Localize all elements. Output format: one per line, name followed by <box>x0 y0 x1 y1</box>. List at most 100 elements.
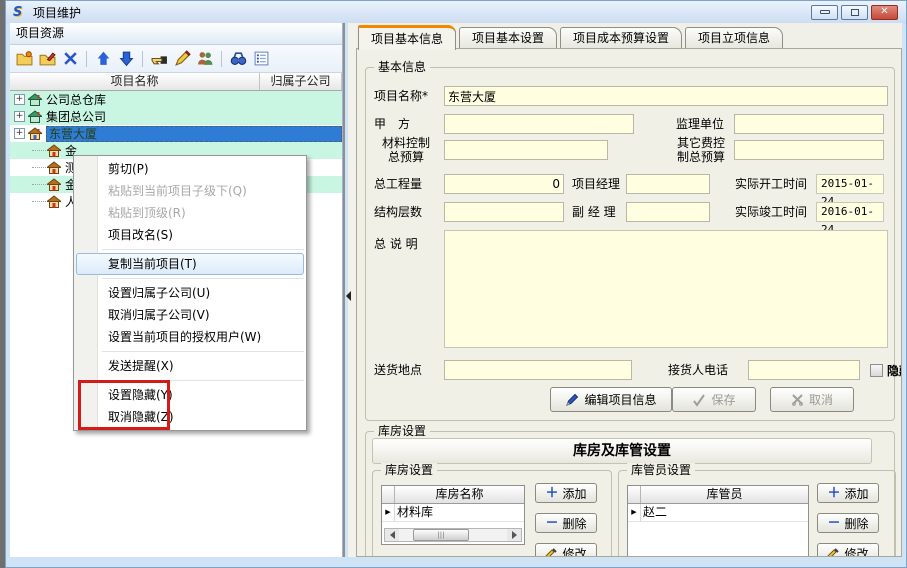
project-name-input[interactable] <box>444 86 888 106</box>
material-budget-label: 材料控制总预算 <box>370 136 442 164</box>
project-house-icon <box>47 161 61 174</box>
quantity-input[interactable] <box>444 174 564 194</box>
expand-plus-icon[interactable]: + <box>14 128 25 139</box>
modify-tools-icon <box>545 547 558 558</box>
supervision-label: 监理单位 <box>676 114 724 134</box>
party-a-input[interactable] <box>444 114 634 134</box>
pm-input[interactable] <box>626 174 710 194</box>
warehouse-remove-button[interactable]: －删除 <box>535 513 597 533</box>
menu-item-rename[interactable]: 项目改名(S) <box>74 224 306 246</box>
scroll-left-icon[interactable] <box>385 529 399 541</box>
other-budget-input[interactable] <box>734 140 884 160</box>
group-label: 基本信息 <box>374 60 430 74</box>
assign-hand-icon[interactable] <box>149 49 169 69</box>
supervision-input[interactable] <box>734 114 884 134</box>
pencil-icon[interactable] <box>172 49 192 69</box>
menu-item-send-reminder[interactable]: 发送提醒(X) <box>74 355 306 377</box>
menu-item-paste-top-level[interactable]: 粘贴到顶级(R) <box>74 202 306 224</box>
tree-row[interactable]: + 公司总仓库 <box>10 91 342 108</box>
floors-input[interactable] <box>444 202 564 222</box>
end-date-value[interactable]: 2016-01-24 <box>816 202 884 222</box>
menu-item-cut[interactable]: 剪切(P) <box>74 158 306 180</box>
column-subsidiary[interactable]: 归属子公司 <box>260 73 342 90</box>
delivery-label: 送货地点 <box>374 360 422 380</box>
delivery-input[interactable] <box>444 360 632 380</box>
panel-splitter[interactable] <box>343 23 356 557</box>
warehouse-modify-button[interactable]: 修改 <box>535 543 597 557</box>
scroll-right-icon[interactable] <box>507 529 521 541</box>
party-a-label: 甲 方 <box>374 114 410 134</box>
material-budget-input[interactable] <box>444 140 608 160</box>
menu-item-set-subsidiary[interactable]: 设置归属子公司(U) <box>74 282 306 304</box>
warehouse-add-button[interactable]: ＋添加 <box>535 483 597 503</box>
menu-separator <box>74 246 306 253</box>
users-icon[interactable] <box>195 49 215 69</box>
menu-item-unset-subsidiary[interactable]: 取消归属子公司(V) <box>74 304 306 326</box>
tab-project-basic-info[interactable]: 项目基本信息 <box>358 25 456 50</box>
expand-plus-icon[interactable]: + <box>14 111 25 122</box>
minus-icon: － <box>827 517 840 530</box>
column-project-name[interactable]: 项目名称 <box>10 73 260 90</box>
titlebar: S 项目维护 ✕ <box>6 1 906 23</box>
list-view-icon[interactable] <box>251 49 271 69</box>
warehouse-row[interactable]: ▶ 材料库 <box>382 504 524 522</box>
tree-toolbar <box>10 45 342 73</box>
tree-row[interactable]: + 集团总公司 <box>10 108 342 125</box>
company-house-icon <box>28 93 42 106</box>
cancel-button[interactable]: 取消 <box>770 387 854 412</box>
menu-item-paste-as-child[interactable]: 粘贴到当前项目子级下(Q) <box>74 180 306 202</box>
tree-context-menu: 剪切(P) 粘贴到当前项目子级下(Q) 粘贴到顶级(R) 项目改名(S) 复制当… <box>73 155 307 431</box>
menu-item-copy-project[interactable]: 复制当前项目(T) <box>74 253 306 275</box>
edit-folder-icon[interactable] <box>37 49 57 69</box>
row-marker-icon: ▶ <box>628 504 641 521</box>
close-icon[interactable]: ✕ <box>871 5 898 20</box>
project-detail-panel: 项目基本信息 项目基本设置 项目成本预算设置 项目立项信息 基本信息 项目名称*… <box>356 23 902 557</box>
keeper-remove-button[interactable]: －删除 <box>817 513 879 533</box>
tab-project-approval-info[interactable]: 项目立项信息 <box>685 27 783 49</box>
phone-label: 接货人电话 <box>668 360 728 380</box>
menu-item-authorized-users[interactable]: 设置当前项目的授权用户(W) <box>74 326 306 348</box>
pm-label: 项目经理 <box>572 174 620 194</box>
app-icon: S <box>13 5 28 20</box>
start-date-value[interactable]: 2015-01-24 <box>816 174 884 194</box>
search-binoculars-icon[interactable] <box>228 49 248 69</box>
summary-textarea[interactable] <box>444 230 888 348</box>
keeper-row[interactable]: ▶ 赵二 <box>628 504 808 522</box>
other-budget-label: 其它费控制总预算 <box>670 136 732 164</box>
panel-header: 项目资源 <box>10 23 342 45</box>
tree-row-selected[interactable]: + 东营大厦 <box>10 125 342 142</box>
cancel-x-icon <box>791 393 804 406</box>
tab-project-basic-settings[interactable]: 项目基本设置 <box>459 27 557 49</box>
start-date-label: 实际开工时间 <box>735 174 807 194</box>
move-down-icon[interactable] <box>116 49 136 69</box>
minimize-icon[interactable] <box>811 5 838 20</box>
plus-icon: ＋ <box>545 487 558 500</box>
group-label: 库房设置 <box>374 424 430 438</box>
horizontal-scrollbar[interactable]: ||| <box>384 528 522 542</box>
floors-label: 结构层数 <box>374 202 422 222</box>
window-title: 项目维护 <box>33 4 81 21</box>
tab-cost-budget-settings[interactable]: 项目成本预算设置 <box>560 27 682 49</box>
hide-checkbox[interactable] <box>870 364 883 377</box>
plus-icon: ＋ <box>827 487 840 500</box>
deputy-input[interactable] <box>626 202 710 222</box>
save-button[interactable]: 保存 <box>672 387 756 412</box>
move-up-icon[interactable] <box>93 49 113 69</box>
warehouse-banner: 库房及库管设置 <box>372 438 872 464</box>
keeper-add-button[interactable]: ＋添加 <box>817 483 879 503</box>
phone-input[interactable] <box>748 360 860 380</box>
collapse-chevron-icon[interactable] <box>346 291 351 301</box>
delete-icon[interactable] <box>60 49 80 69</box>
project-house-icon <box>47 144 61 157</box>
warehouse-column-header: 库房名称 <box>395 486 524 503</box>
edit-project-button[interactable]: 编辑项目信息 <box>550 387 672 412</box>
expand-plus-icon[interactable]: + <box>14 94 25 105</box>
keeper-subgroup: 库管员设置 库管员 ▶ 赵二 ＋添加 <box>618 470 896 557</box>
restore-icon[interactable] <box>841 5 868 20</box>
new-folder-icon[interactable] <box>14 49 34 69</box>
scrollbar-thumb[interactable]: ||| <box>413 529 469 541</box>
subgroup-label: 库管员设置 <box>627 463 695 477</box>
keeper-modify-button[interactable]: 修改 <box>817 543 879 557</box>
project-house-icon <box>47 195 61 208</box>
summary-label: 总 说 明 <box>374 234 418 254</box>
